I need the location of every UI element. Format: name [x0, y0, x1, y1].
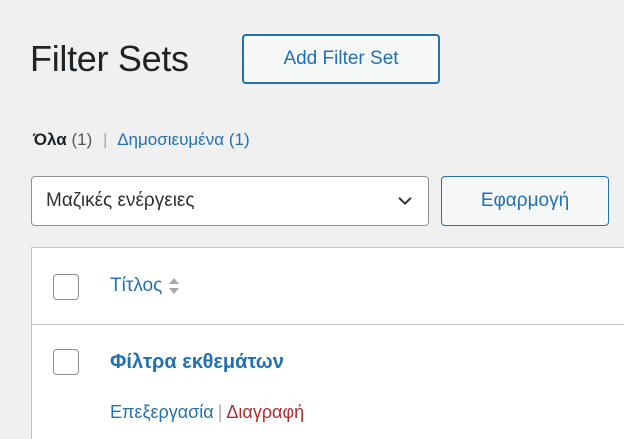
chevron-down-icon [398, 197, 412, 205]
delete-link[interactable]: Διαγραφή [226, 402, 304, 422]
column-title-label: Τίτλος [110, 275, 163, 296]
view-all-label: Όλα [33, 130, 67, 149]
bulk-actions-selected: Μαζικές ενέργειες [46, 190, 195, 211]
posts-table: Τίτλος Φίλτρα εκθεμάτων Επεξεργασία | Διαγ… [31, 247, 624, 439]
row-title-link[interactable]: Φίλτρα εκθεμάτων [110, 351, 284, 374]
row-checkbox[interactable] [53, 349, 79, 375]
sort-arrows-icon [169, 278, 180, 294]
row-action-separator: | [217, 402, 223, 422]
table-header: Τίτλος [32, 248, 624, 325]
view-all-count: (1) [71, 130, 93, 149]
add-filter-set-button[interactable]: Add Filter Set [242, 34, 440, 84]
apply-button[interactable]: Εφαρμογή [441, 176, 609, 226]
row-actions: Επεξεργασία | Διαγραφή [110, 402, 304, 423]
view-published-link[interactable]: Δημοσιευμένα (1) [117, 130, 249, 149]
bulk-actions-select[interactable]: Μαζικές ενέργειες [31, 176, 429, 226]
view-published-count: (1) [228, 130, 250, 149]
view-all-link[interactable]: Όλα (1) [33, 130, 97, 149]
view-filters: Όλα (1) | Δημοσιευμένα (1) [33, 130, 250, 150]
view-separator: | [102, 130, 108, 149]
edit-link[interactable]: Επεξεργασία [110, 402, 214, 422]
select-all-checkbox[interactable] [53, 274, 79, 300]
view-published-label: Δημοσιευμένα [117, 130, 225, 149]
column-title-sort-link[interactable]: Τίτλος [110, 275, 180, 297]
page-title: Filter Sets [30, 38, 189, 79]
